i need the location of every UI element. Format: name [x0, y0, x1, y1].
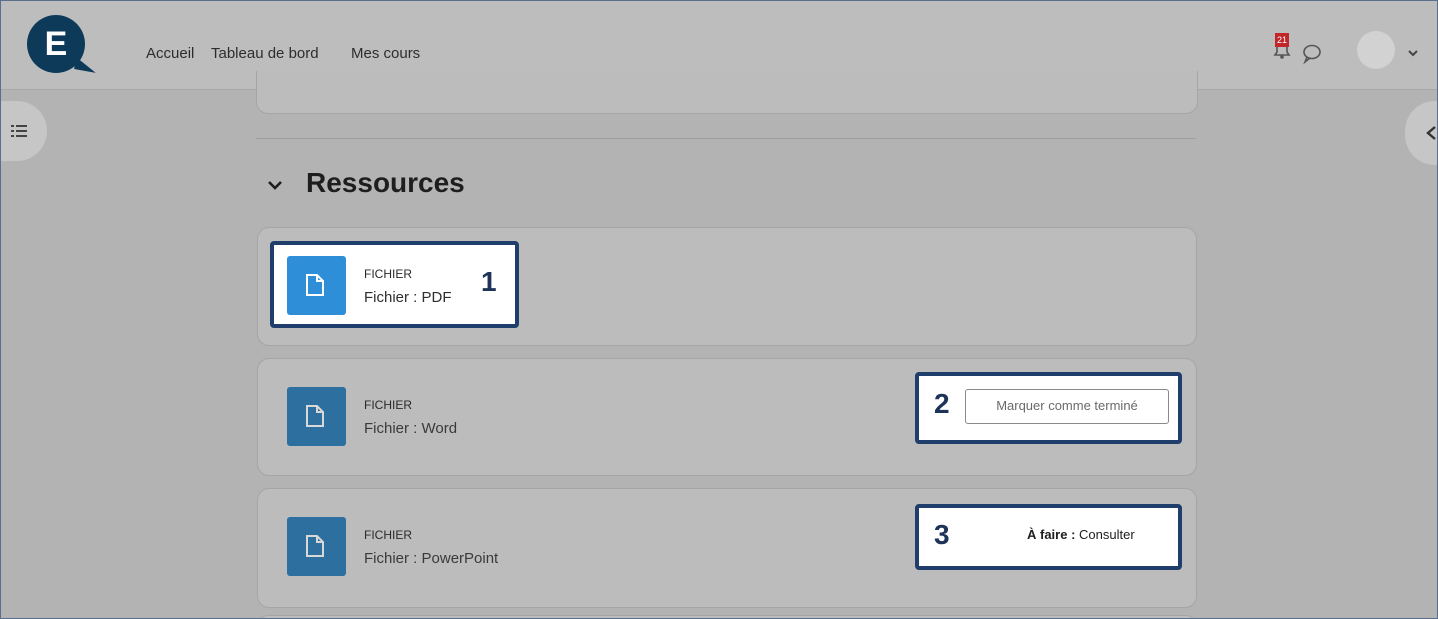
file-icon: [306, 405, 324, 427]
nav-link-mes-cours[interactable]: Mes cours: [351, 45, 420, 62]
completion-status: À faire : Consulter: [1027, 527, 1135, 542]
activity-name-link[interactable]: Fichier : PowerPoint: [364, 550, 498, 567]
app-window: E Accueil Tableau de bord Mes cours 21 R…: [0, 0, 1438, 619]
collapse-chevron-icon[interactable]: [267, 179, 283, 191]
nav-link-tableau-de-bord[interactable]: Tableau de bord: [211, 45, 319, 62]
file-icon: [306, 274, 324, 296]
file-activity-icon[interactable]: [287, 387, 346, 446]
section-title: Ressources: [306, 167, 465, 198]
site-logo[interactable]: E: [27, 15, 85, 73]
chat-bubble-icon: [1303, 44, 1321, 65]
todo-text: Consulter: [1075, 527, 1135, 542]
activity-type-label: FICHIER: [364, 267, 412, 281]
activity-name-link[interactable]: Fichier : PDF: [364, 289, 452, 306]
file-icon: [306, 535, 324, 557]
notification-badge: 21: [1275, 33, 1289, 47]
callout-number: 3: [934, 519, 950, 550]
list-icon: [11, 125, 27, 137]
file-activity-icon[interactable]: [287, 517, 346, 576]
file-activity-icon[interactable]: [287, 256, 346, 315]
messages-button[interactable]: [1301, 43, 1323, 65]
notifications-button[interactable]: 21: [1269, 33, 1295, 61]
activity-type-label: FICHIER: [364, 398, 412, 412]
previous-activity-card: [256, 71, 1198, 114]
user-avatar[interactable]: [1357, 31, 1395, 69]
course-index-toggle[interactable]: [1, 101, 47, 161]
nav-link-accueil[interactable]: Accueil: [146, 45, 194, 62]
chevron-left-icon: [1426, 126, 1436, 140]
callout-number: 1: [481, 266, 497, 297]
mark-as-done-button[interactable]: Marquer comme terminé: [965, 389, 1169, 424]
block-drawer-toggle[interactable]: [1405, 101, 1437, 165]
section-divider: [256, 138, 1196, 139]
chevron-down-icon[interactable]: [1407, 47, 1419, 59]
callout-number: 2: [934, 388, 950, 419]
next-activity-card: [257, 615, 1197, 618]
activity-name-link[interactable]: Fichier : Word: [364, 420, 457, 437]
activity-type-label: FICHIER: [364, 528, 412, 542]
todo-prefix: À faire :: [1027, 527, 1076, 542]
